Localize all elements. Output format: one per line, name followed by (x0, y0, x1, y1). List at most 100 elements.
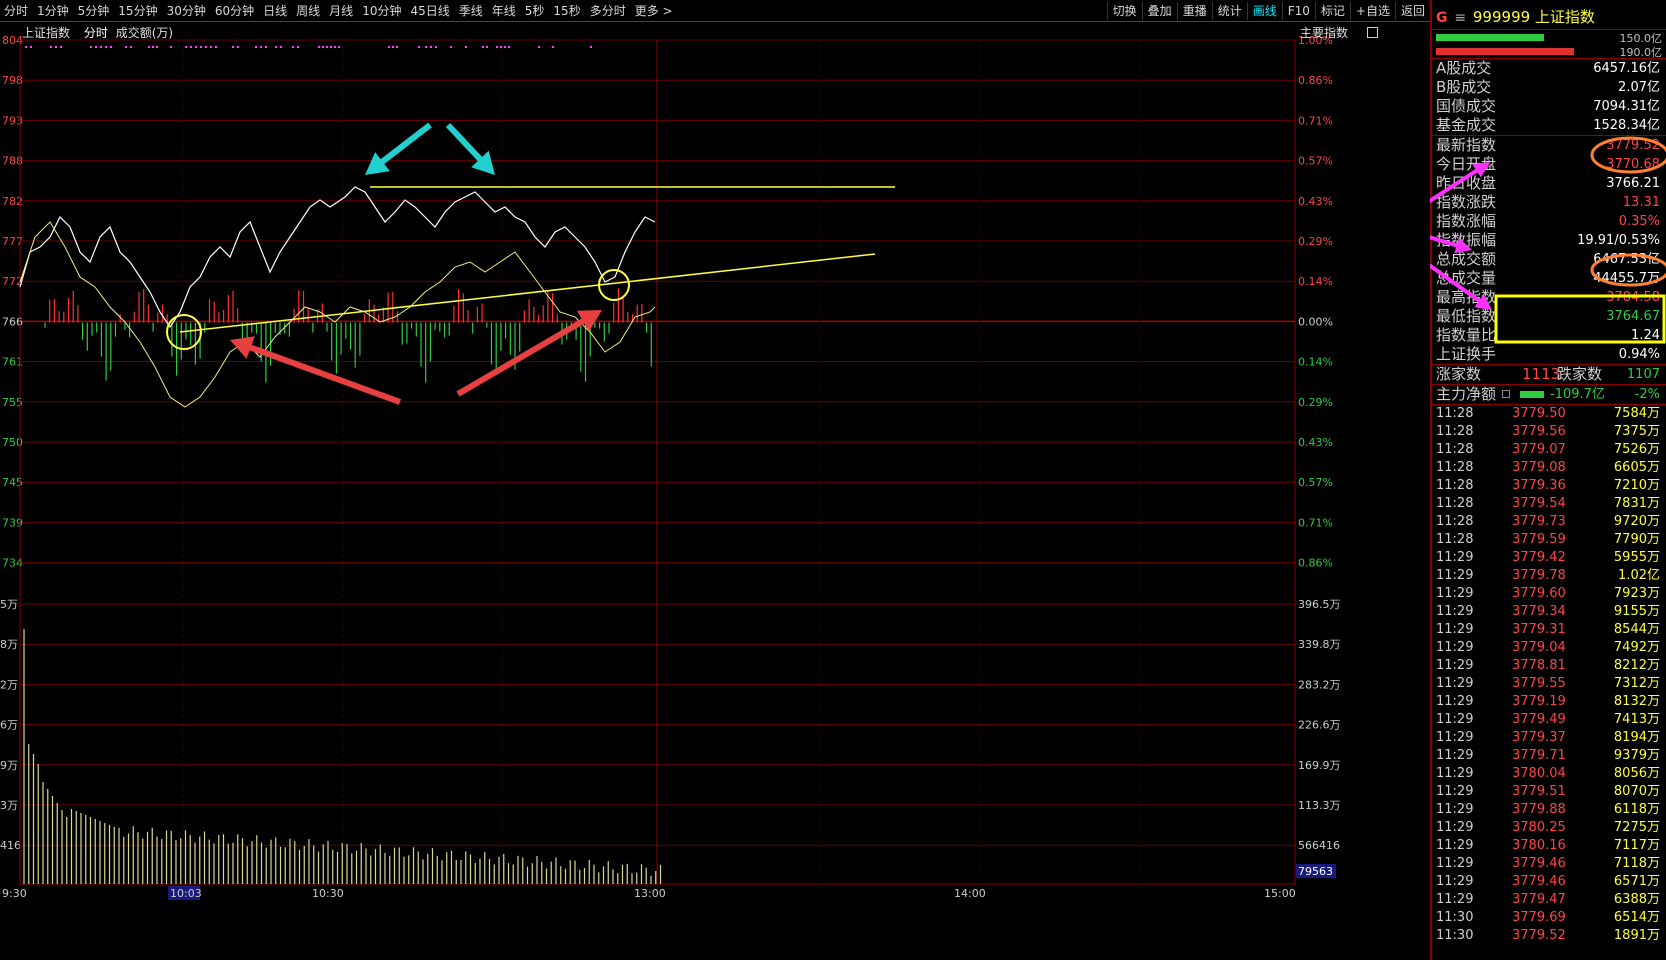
volume-tick-label-right: 396.5万 (1298, 598, 1341, 611)
tick-volume: 6118万 (1613, 802, 1660, 817)
expand-icon[interactable] (1502, 390, 1510, 398)
tick-price: 3779.54 (1512, 496, 1566, 511)
tick-row[interactable]: 11:29 3779.19 8132万 (1432, 693, 1666, 711)
volume-current-value: 79563 (1298, 865, 1333, 878)
stat-value: 3779.52 (1606, 138, 1660, 153)
signal-dot (450, 46, 452, 48)
period-tab-7[interactable]: 周线 (292, 2, 325, 20)
tick-volume: 6388万 (1613, 892, 1660, 907)
tick-volume: 1891万 (1613, 928, 1660, 943)
signal-dot (275, 46, 277, 48)
period-tab-2[interactable]: 5分钟 (74, 2, 115, 20)
tool-button-1[interactable]: 叠加 (1141, 2, 1177, 20)
tick-row[interactable]: 11:29 3779.31 8544万 (1432, 621, 1666, 639)
tick-row[interactable]: 11:28 3779.08 6605万 (1432, 459, 1666, 477)
tick-row[interactable]: 11:29 3779.49 7413万 (1432, 711, 1666, 729)
tick-row[interactable]: 11:28 3779.07 7526万 (1432, 441, 1666, 459)
period-tab-12[interactable]: 年线 (488, 2, 521, 20)
tick-price: 3779.49 (1512, 712, 1566, 727)
tick-volume: 7118万 (1613, 856, 1660, 871)
signal-dot (55, 46, 57, 48)
tick-row[interactable]: 11:28 3779.56 7375万 (1432, 423, 1666, 441)
menu-icon[interactable]: ≡ (1454, 10, 1466, 26)
volume-tick-label: 9万 (0, 759, 18, 772)
tool-button-4[interactable]: 画线 (1246, 2, 1282, 20)
signal-dot (265, 46, 267, 48)
period-tab-0[interactable]: 分时 (0, 2, 33, 20)
tick-row[interactable]: 11:29 3779.71 9379万 (1432, 747, 1666, 765)
volume-tick-label-right: 226.6万 (1298, 719, 1341, 732)
tool-button-5[interactable]: F10 (1281, 2, 1315, 20)
tick-row[interactable]: 11:29 3780.16 7117万 (1432, 837, 1666, 855)
period-tab-11[interactable]: 季线 (455, 2, 488, 20)
tick-row[interactable]: 11:28 3779.36 7210万 (1432, 477, 1666, 495)
period-tab-10[interactable]: 45日线 (406, 2, 454, 20)
period-tab-5[interactable]: 60分钟 (211, 2, 259, 20)
tick-row[interactable]: 11:29 3779.51 8070万 (1432, 783, 1666, 801)
tick-row[interactable]: 11:29 3779.55 7312万 (1432, 675, 1666, 693)
period-tab-15[interactable]: 多分时 (586, 2, 631, 20)
tick-time: 11:29 (1436, 694, 1474, 709)
pct-tick-label: 0.43% (1298, 436, 1333, 449)
stat-value: 44455.7万 (1593, 271, 1660, 286)
period-tab-16[interactable]: 更多 > (631, 2, 678, 20)
stat-row: 指数振幅 19.91/0.53% (1432, 231, 1666, 250)
tick-row[interactable]: 11:30 3779.69 6514万 (1432, 909, 1666, 927)
period-tab-4[interactable]: 30分钟 (163, 2, 211, 20)
main-indicator-button[interactable]: 主要指数 (1300, 24, 1348, 41)
period-toolbar: 分时 1分钟 5分钟 15分钟 30分钟 60分钟 日线 周线 月线 10分钟 45日线 季线 年线 5秒… (0, 0, 1430, 22)
period-tab-6[interactable]: 日线 (259, 2, 292, 20)
market-g-icon[interactable]: G (1436, 10, 1448, 26)
tick-row[interactable]: 11:29 3779.34 9155万 (1432, 603, 1666, 621)
signal-dot (322, 46, 324, 48)
tick-list[interactable]: 11:28 3779.50 7584万 11:28 3779.56 7375万 11:28 3… (1432, 405, 1666, 945)
period-tab-9[interactable]: 10分钟 (358, 2, 406, 20)
pct-tick-label: 0.71% (1298, 516, 1333, 529)
tick-row[interactable]: 11:29 3779.37 8194万 (1432, 729, 1666, 747)
sidebar-header: G ≡ 999999 上证指数 (1432, 0, 1666, 30)
tick-price: 3779.04 (1512, 640, 1566, 655)
period-tab-1[interactable]: 1分钟 (33, 2, 74, 20)
net-flow-pct: -2% (1634, 387, 1660, 402)
cyan-arrow-left (365, 122, 432, 175)
up-count-value: 1113 (1522, 365, 1561, 383)
panel-toggle-icon[interactable] (1367, 27, 1378, 38)
tick-row[interactable]: 11:29 3780.25 7275万 (1432, 819, 1666, 837)
signal-dot (280, 46, 282, 48)
period-tab-8[interactable]: 月线 (325, 2, 358, 20)
tool-button-3[interactable]: 统计 (1211, 2, 1247, 20)
period-tab-3[interactable]: 15分钟 (114, 2, 162, 20)
tick-row[interactable]: 11:29 3779.88 6118万 (1432, 801, 1666, 819)
tick-row[interactable]: 11:29 3778.81 8212万 (1432, 657, 1666, 675)
tick-row[interactable]: 11:29 3779.04 7492万 (1432, 639, 1666, 657)
tool-button-0[interactable]: 切换 (1106, 2, 1142, 20)
tick-price: 3780.25 (1512, 820, 1566, 835)
tool-button-6[interactable]: 标记 (1314, 2, 1350, 20)
tick-row[interactable]: 11:29 3779.46 7118万 (1432, 855, 1666, 873)
tick-row[interactable]: 11:30 3779.52 1891万 (1432, 927, 1666, 945)
tool-button-7[interactable]: +自选 (1349, 2, 1395, 20)
tick-row[interactable]: 11:28 3779.73 9720万 (1432, 513, 1666, 531)
tick-row[interactable]: 11:29 3779.60 7923万 (1432, 585, 1666, 603)
tick-row[interactable]: 11:28 3779.59 7790万 (1432, 531, 1666, 549)
tick-row[interactable]: 11:29 3779.46 6571万 (1432, 873, 1666, 891)
tick-time: 11:29 (1436, 550, 1474, 565)
buy-volume-fill (1436, 34, 1545, 41)
tick-row[interactable]: 11:28 3779.54 7831万 (1432, 495, 1666, 513)
pct-tick-label: 0.57% (1298, 476, 1333, 489)
tick-price: 3779.71 (1512, 748, 1566, 763)
signal-dot (30, 46, 32, 48)
signal-dot (210, 46, 212, 48)
tick-row[interactable]: 11:29 3779.42 5955万 (1432, 549, 1666, 567)
tick-row[interactable]: 11:29 3779.78 1.02亿 (1432, 567, 1666, 585)
tick-row[interactable]: 11:29 3780.04 8056万 (1432, 765, 1666, 783)
intraday-chart[interactable]: 804 1.00%798 0.86%793 0.71%788 0.57%782 0.43%… (0, 22, 1430, 960)
period-tab-13[interactable]: 5秒 (521, 2, 550, 20)
tool-button-2[interactable]: 重播 (1176, 2, 1212, 20)
tick-row[interactable]: 11:28 3779.50 7584万 (1432, 405, 1666, 423)
volume-tick-label-right: 283.2万 (1298, 678, 1341, 691)
period-tab-14[interactable]: 15秒 (549, 2, 585, 20)
tool-button-8[interactable]: 返回 (1394, 2, 1430, 20)
tick-row[interactable]: 11:29 3779.47 6388万 (1432, 891, 1666, 909)
tick-price: 3780.16 (1512, 838, 1566, 853)
